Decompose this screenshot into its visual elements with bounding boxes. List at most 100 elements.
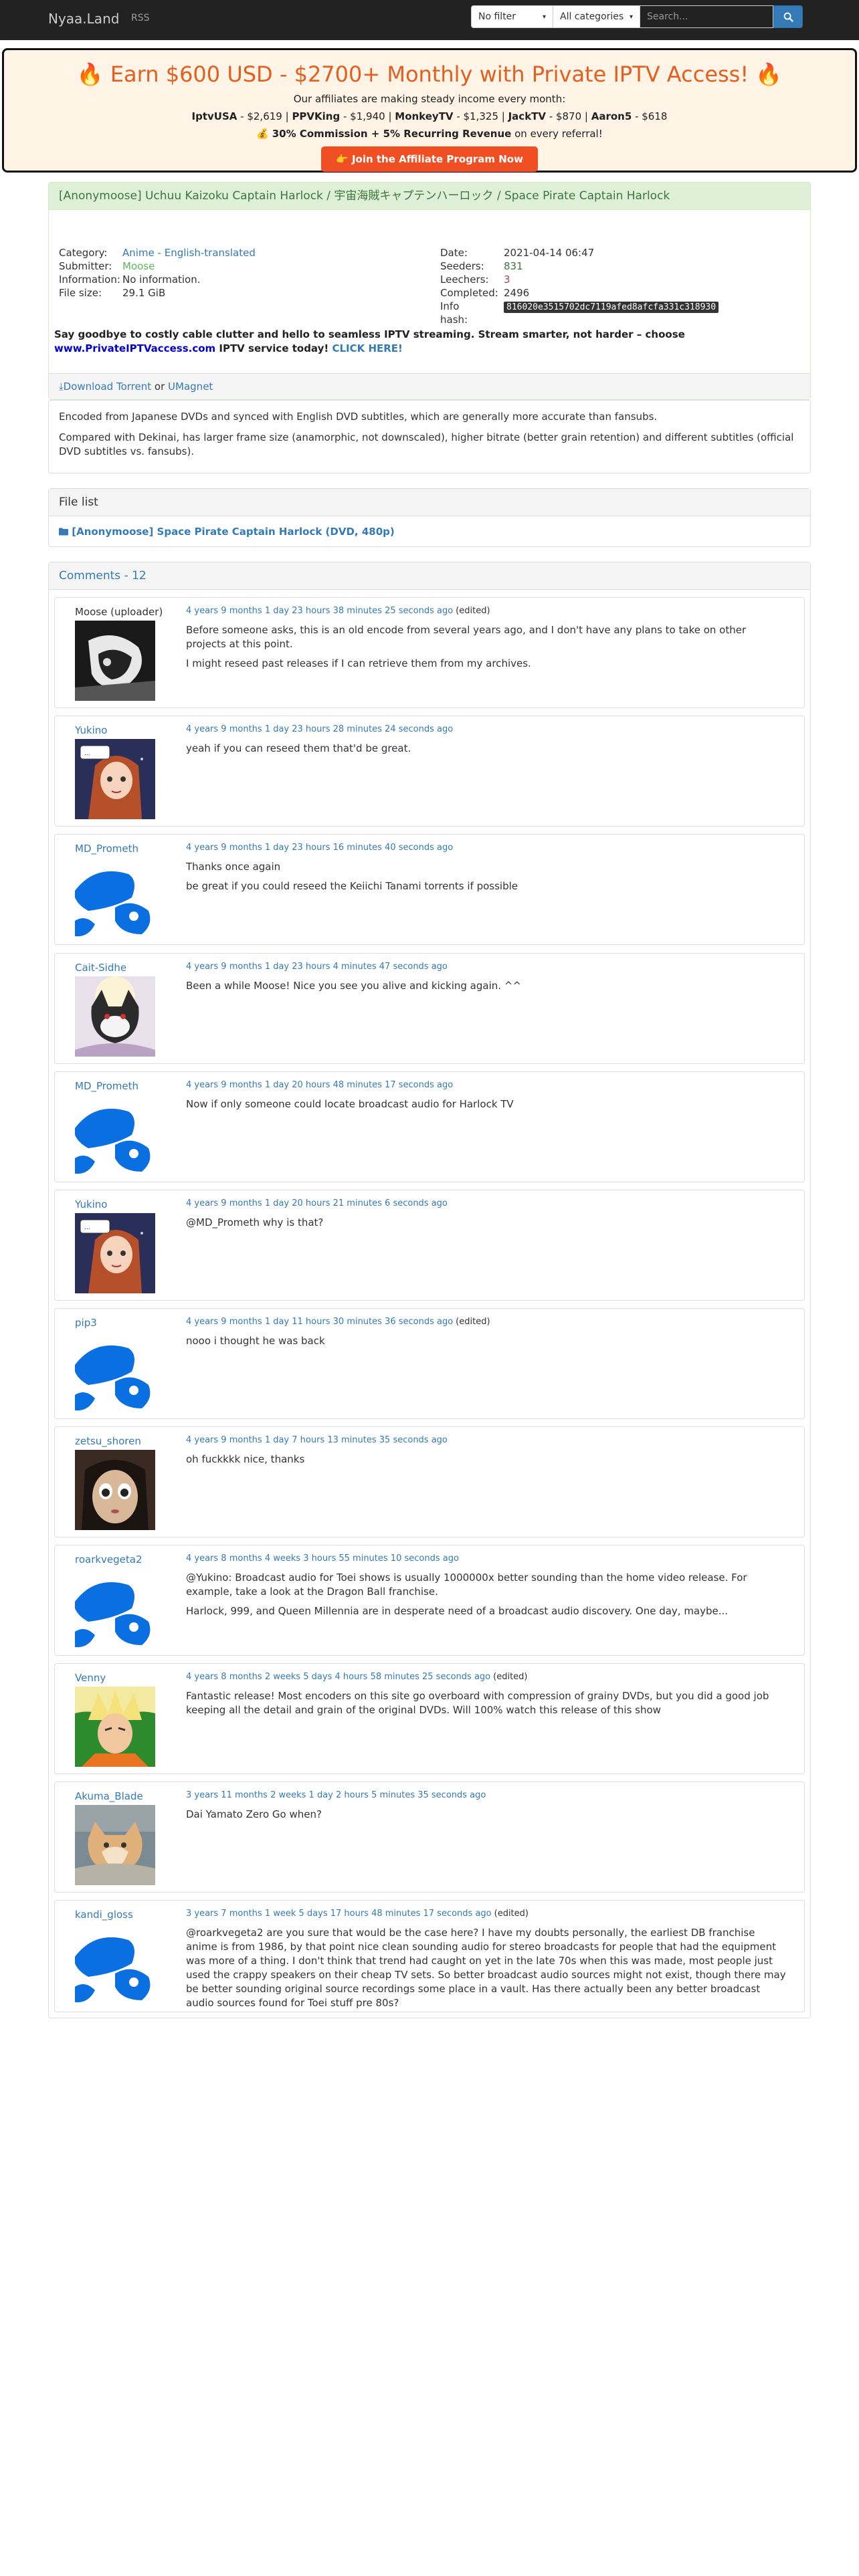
comment-username[interactable]: zetsu_shoren [75,1435,141,1447]
completed-label: Completed: [440,287,498,299]
comment-body: Thanks once again be great if you could r… [186,860,788,899]
search-input[interactable]: Search... [640,5,773,28]
comment-username[interactable]: MD_Prometh [75,1080,138,1092]
comment-paragraph: be great if you could reseed the Keiichi… [186,880,518,892]
comment-permalink[interactable]: 4 years 8 months 4 weeks 3 hours 55 minu… [186,1553,459,1564]
infohash-value[interactable]: 816020e3515702dc7119afed8afcfa331c318930 [504,302,719,313]
iptv-site-link[interactable]: www.PrivateIPTVaccess.com [54,342,215,354]
file-list-folder-name[interactable]: [Anonymoose] Space Pirate Captain Harloc… [72,526,395,538]
comment-edited-flag: (edited) [456,1317,490,1327]
earner-amount: $870 [555,110,582,122]
filesize-value: 29.1 GiB [122,287,166,299]
join-affiliate-label: Join the Affiliate Program Now [351,153,523,165]
download-torrent-link[interactable]: ⤓Download Torrent [59,381,155,393]
file-list-title: File list [49,489,810,516]
comment-paragraph: Thanks once again [186,861,281,873]
comment-username[interactable]: Yukino [75,724,108,736]
comment-paragraph: I might reseed past releases if I can re… [186,657,531,669]
completed-value: 2496 [504,287,530,299]
user-avatar [75,621,155,701]
torrent-footer: ⤓Download Torrent or ՍMagnet [49,373,810,399]
earner-amount: $1,325 [463,110,499,122]
user-avatar [75,1923,155,2004]
svg-text:...: ... [84,1224,90,1231]
user-avatar [75,1095,155,1175]
folder-icon [59,528,68,536]
user-avatar [75,1450,155,1530]
comment-username[interactable]: Moose (uploader) [75,606,163,618]
category-link[interactable]: Anime - English-translated [122,247,256,259]
comment-card: kandi_gloss 3 years 7 months 1 week 5 day… [54,1900,805,2012]
comment-card: roarkvegeta2 4 years 8 months 4 weeks 3 h… [54,1545,805,1656]
seeders-label: Seeders: [440,260,484,272]
affiliate-banner: 🔥 Earn $600 USD - $2700+ Monthly with Pr… [2,48,857,173]
caret-down-icon: ▾ [542,13,546,21]
comment-permalink[interactable]: 4 years 9 months 1 day 23 hours 4 minute… [186,962,448,972]
join-affiliate-button[interactable]: 👉 Join the Affiliate Program Now [321,146,538,172]
information-label: Information: [59,274,120,286]
earner-name: MonkeyTV [395,110,454,122]
file-list-panel: File list [Anonymoose] Space Pirate Capt… [48,488,811,547]
leechers-value: 3 [504,274,510,286]
comments-title[interactable]: Comments - 12 [49,562,810,590]
magnet-link[interactable]: ՍMagnet [168,381,213,393]
rss-link[interactable]: RSS [131,13,150,23]
comment-timestamp: 4 years 9 months 1 day 23 hours 16 minut… [186,843,453,853]
comment-username[interactable]: Yukino [75,1198,108,1210]
comment-permalink[interactable]: 4 years 9 months 1 day 23 hours 16 minut… [186,843,453,853]
iptv-ad-text: Say goodbye to costly cable clutter and … [49,328,810,356]
commission-bold: 30% Commission + 5% Recurring Revenue [272,128,512,140]
comment-body: oh fuckkkk nice, thanks [186,1453,788,1472]
comment-permalink[interactable]: 4 years 9 months 1 day 23 hours 28 minut… [186,724,453,734]
file-list-folder[interactable]: [Anonymoose] Space Pirate Captain Harloc… [49,516,810,547]
comment-username[interactable]: kandi_gloss [75,1909,133,1921]
commission-rest: on every referral! [511,128,603,140]
comment-permalink[interactable]: 4 years 9 months 1 day 20 hours 21 minut… [186,1198,448,1208]
site-brand[interactable]: Nyaa.Land [48,11,119,27]
comment-permalink[interactable]: 4 years 9 months 1 day 23 hours 38 minut… [186,606,453,616]
iptv-click-here-link[interactable]: CLICK HERE! [332,342,402,354]
comment-body: Fantastic release! Most encoders on this… [186,1689,788,1723]
comment-username[interactable]: Venny [75,1672,106,1684]
comment-edited-flag: (edited) [494,1909,529,1919]
comment-username[interactable]: MD_Prometh [75,843,138,855]
seeders-row: Seeders: 831 [440,259,523,273]
comment-permalink[interactable]: 4 years 9 months 1 day 7 hours 13 minute… [186,1435,448,1445]
submitter-link[interactable]: Moose [122,260,155,272]
category-select[interactable]: All categories ▾ [553,5,640,28]
comment-paragraph: oh fuckkkk nice, thanks [186,1453,305,1465]
comment-permalink[interactable]: 3 years 11 months 2 weeks 1 day 2 hours … [186,1790,486,1800]
user-avatar [75,1805,155,1885]
comment-card: zetsu_shoren 4 years 9 months 1 day 7 hou… [54,1426,805,1537]
comment-card: MD_Prometh 4 years 9 months 1 day 23 hour… [54,834,805,945]
search-icon [783,12,793,22]
magnet-label: Magnet [175,381,213,393]
comment-username[interactable]: Cait-Sidhe [75,962,126,974]
comment-username[interactable]: Akuma_Blade [75,1790,143,1802]
comment-username[interactable]: pip3 [75,1317,97,1329]
comment-timestamp: 4 years 9 months 1 day 7 hours 13 minute… [186,1435,448,1445]
comment-card: Yukino... 4 years 9 months 1 day 20 hours… [54,1190,805,1301]
comment-permalink[interactable]: 3 years 7 months 1 week 5 days 17 hours … [186,1909,492,1919]
download-icon: ⤓ [59,381,64,393]
comment-permalink[interactable]: 4 years 9 months 1 day 11 hours 30 minut… [186,1317,453,1327]
search-button[interactable] [773,5,803,28]
comment-permalink[interactable]: 4 years 8 months 2 weeks 5 days 4 hours … [186,1672,490,1682]
comment-username[interactable]: roarkvegeta2 [75,1553,142,1566]
earner-amount: $1,940 [350,110,385,122]
comment-card: Moose (uploader) 4 years 9 months 1 day 2… [54,597,805,708]
user-avatar [75,1568,155,1648]
comment-paragraph: nooo i thought he was back [186,1335,325,1347]
filter-select[interactable]: No filter ▾ [471,5,553,28]
comment-permalink[interactable]: 4 years 9 months 1 day 20 hours 48 minut… [186,1080,453,1090]
promo-commission: 💰 30% Commission + 5% Recurring Revenue … [4,128,855,140]
category-label: Category: [59,247,108,259]
comment-timestamp: 4 years 9 months 1 day 23 hours 4 minute… [186,962,448,972]
comment-edited-flag: (edited) [456,606,490,616]
comment-paragraph: Harlock, 999, and Queen Millennia are in… [186,1605,729,1617]
comment-body: nooo i thought he was back [186,1334,788,1354]
earner-amount: $618 [642,110,668,122]
comment-timestamp: 4 years 9 months 1 day 20 hours 21 minut… [186,1198,448,1208]
torrent-title: [Anonymoose] Uchuu Kaizoku Captain Harlo… [49,183,810,210]
comment-body: Dai Yamato Zero Go when? [186,1808,788,1827]
